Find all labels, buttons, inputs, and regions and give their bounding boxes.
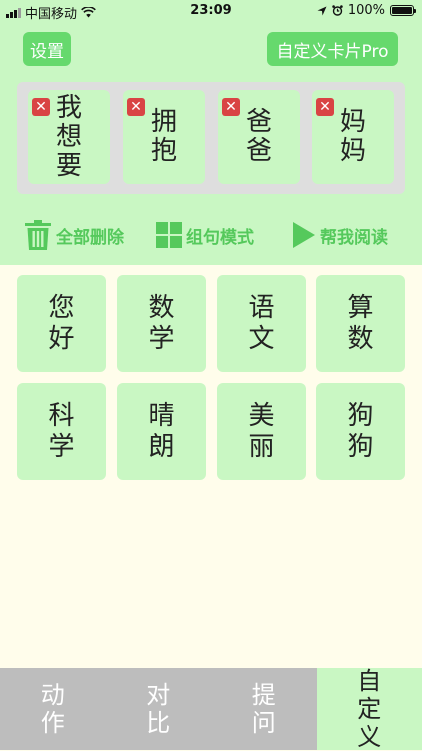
delete-all-label: 全部删除 bbox=[56, 223, 124, 248]
location-arrow-icon bbox=[317, 6, 327, 16]
sentence-mode-button[interactable]: 组句模式 bbox=[156, 217, 254, 253]
grid-icon bbox=[156, 222, 182, 248]
tab-label: 提问 bbox=[251, 681, 277, 737]
word-card-text: 晴朗 bbox=[148, 401, 176, 463]
word-card-text: 科学 bbox=[48, 401, 76, 463]
delete-all-button[interactable]: 全部删除 bbox=[24, 217, 124, 253]
remove-word-icon[interactable]: ✕ bbox=[316, 98, 334, 116]
sentence-word-card[interactable]: ✕ 拥抱 bbox=[123, 90, 205, 184]
word-card-text: 数学 bbox=[148, 293, 176, 355]
battery-fill bbox=[392, 7, 412, 14]
word-card[interactable]: 数学 bbox=[117, 275, 206, 372]
word-card-text: 狗狗 bbox=[347, 401, 375, 463]
remove-word-icon[interactable]: ✕ bbox=[32, 98, 50, 116]
tab-label: 动作 bbox=[40, 681, 66, 737]
sentence-word-card[interactable]: ✕ 爸爸 bbox=[218, 90, 300, 184]
status-bar: 中国移动 23:09 100% bbox=[0, 0, 422, 22]
play-icon bbox=[292, 221, 316, 249]
sentence-word-card[interactable]: ✕ 妈妈 bbox=[312, 90, 394, 184]
sentence-word-card[interactable]: ✕ 我想要 bbox=[28, 90, 110, 184]
sentence-mode-label: 组句模式 bbox=[186, 223, 254, 248]
sentence-word-text: 妈妈 bbox=[338, 108, 368, 166]
sentence-word-text: 拥抱 bbox=[149, 108, 179, 166]
word-card-text: 算数 bbox=[347, 293, 375, 355]
tab-custom[interactable]: 自定义 bbox=[317, 668, 422, 750]
word-card-text: 美丽 bbox=[248, 401, 276, 463]
tab-label: 对比 bbox=[145, 681, 171, 737]
word-card[interactable]: 语文 bbox=[217, 275, 306, 372]
word-card-text: 语文 bbox=[248, 293, 276, 355]
tab-label: 自定义 bbox=[356, 667, 382, 751]
battery-icon bbox=[390, 5, 414, 16]
remove-word-icon[interactable]: ✕ bbox=[127, 98, 145, 116]
tab-compare[interactable]: 对比 bbox=[106, 668, 212, 750]
word-card[interactable]: 算数 bbox=[316, 275, 405, 372]
word-card[interactable]: 美丽 bbox=[217, 383, 306, 480]
trash-icon bbox=[24, 219, 52, 251]
sentence-word-text: 爸爸 bbox=[244, 108, 274, 166]
sentence-word-text: 我想要 bbox=[54, 94, 84, 181]
word-card[interactable]: 科学 bbox=[17, 383, 106, 480]
settings-button[interactable]: 设置 bbox=[23, 32, 71, 66]
alarm-icon bbox=[332, 5, 343, 16]
tab-actions[interactable]: 动作 bbox=[0, 668, 106, 750]
word-card[interactable]: 您好 bbox=[17, 275, 106, 372]
battery-percent: 100% bbox=[348, 3, 385, 18]
read-for-me-button[interactable]: 帮我阅读 bbox=[292, 217, 388, 253]
tab-questions[interactable]: 提问 bbox=[211, 668, 317, 750]
custom-cards-pro-button[interactable]: 自定义卡片Pro bbox=[267, 32, 398, 66]
tab-bar: 动作 对比 提问 自定义 bbox=[0, 668, 422, 750]
word-card[interactable]: 晴朗 bbox=[117, 383, 206, 480]
word-card-text: 您好 bbox=[48, 293, 76, 355]
sentence-builder: ✕ 我想要 ✕ 拥抱 ✕ 爸爸 ✕ 妈妈 bbox=[17, 82, 405, 194]
word-card[interactable]: 狗狗 bbox=[316, 383, 405, 480]
remove-word-icon[interactable]: ✕ bbox=[222, 98, 240, 116]
read-for-me-label: 帮我阅读 bbox=[320, 223, 388, 248]
status-right: 100% bbox=[317, 3, 414, 18]
